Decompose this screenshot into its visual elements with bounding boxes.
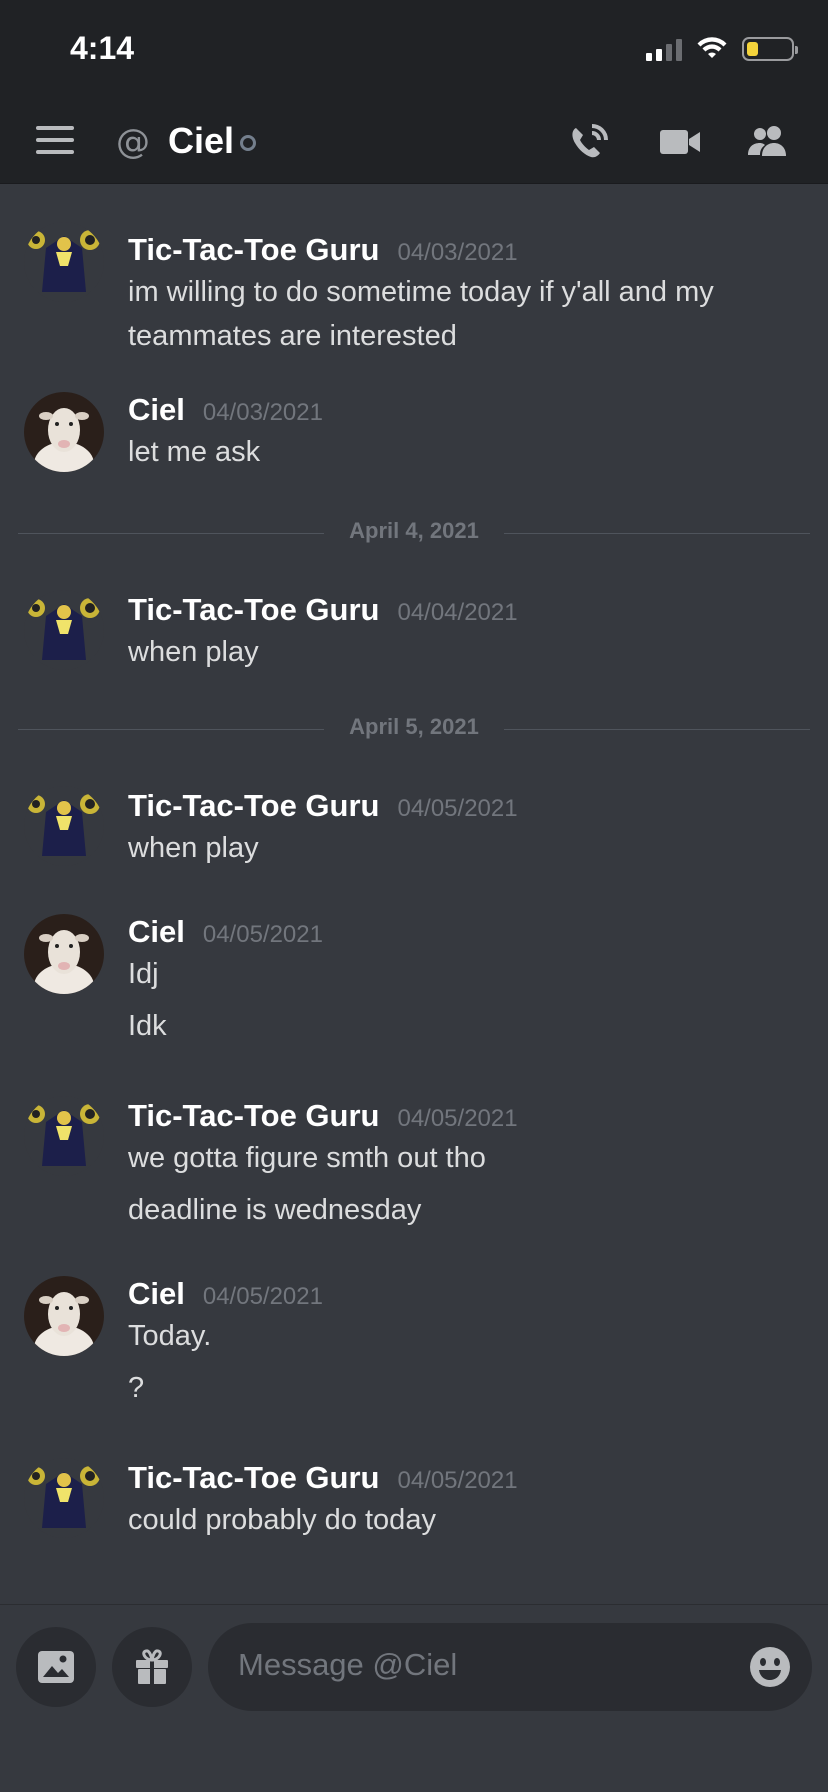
avatar[interactable] bbox=[24, 1458, 104, 1538]
wifi-icon bbox=[697, 37, 727, 58]
video-icon[interactable] bbox=[656, 120, 704, 164]
message-timestamp: 04/05/2021 bbox=[397, 795, 518, 822]
avatar[interactable] bbox=[24, 392, 104, 472]
menu-icon[interactable] bbox=[36, 126, 74, 154]
offline-status-icon bbox=[240, 135, 256, 151]
date-divider: April 4, 2021 bbox=[18, 518, 810, 548]
message-text: could probably do today bbox=[128, 1504, 436, 1536]
message-text: im willing to do sometime today if y'all… bbox=[128, 276, 714, 308]
status-time: 4:14 bbox=[70, 30, 135, 66]
date-divider-label: April 4, 2021 bbox=[349, 518, 479, 543]
message-text: teammates are interested bbox=[128, 320, 457, 352]
message-timestamp: 04/05/2021 bbox=[397, 1105, 518, 1132]
message-text: let me ask bbox=[128, 436, 261, 468]
channel-name[interactable]: Ciel bbox=[168, 120, 234, 162]
message-text: Today. bbox=[128, 1320, 212, 1352]
message-author[interactable]: Tic-Tac-Toe Guru bbox=[128, 1098, 379, 1134]
message-text: when play bbox=[128, 636, 259, 668]
avatar[interactable] bbox=[24, 222, 104, 302]
status-bar: 4:14 bbox=[0, 0, 828, 100]
message-author[interactable]: Tic-Tac-Toe Guru bbox=[128, 1460, 379, 1496]
message-author[interactable]: Tic-Tac-Toe Guru bbox=[128, 232, 379, 268]
status-icons bbox=[646, 34, 798, 64]
message-timestamp: 04/03/2021 bbox=[202, 399, 323, 426]
message-text: ? bbox=[128, 1372, 145, 1404]
date-divider-label: April 5, 2021 bbox=[349, 714, 479, 739]
channel-header: @ Ciel bbox=[0, 100, 828, 184]
message-input-placeholder: Message @Ciel bbox=[238, 1647, 458, 1682]
message-author[interactable]: Ciel bbox=[128, 914, 185, 950]
members-icon[interactable] bbox=[744, 120, 792, 164]
message-author[interactable]: Ciel bbox=[128, 1276, 185, 1312]
message-text: deadline is wednesday bbox=[128, 1194, 422, 1226]
at-icon: @ bbox=[116, 122, 150, 162]
message-text: we gotta figure smth out tho bbox=[128, 1142, 486, 1174]
message-timestamp: 04/05/2021 bbox=[202, 921, 323, 948]
signal-icon bbox=[646, 37, 682, 61]
avatar[interactable] bbox=[24, 1276, 104, 1356]
message-timestamp: 04/03/2021 bbox=[397, 239, 518, 266]
date-divider: April 5, 2021 bbox=[18, 714, 810, 744]
image-icon bbox=[38, 1651, 74, 1683]
message-text: when play bbox=[128, 832, 259, 864]
avatar[interactable] bbox=[24, 786, 104, 866]
message-author[interactable]: Tic-Tac-Toe Guru bbox=[128, 592, 379, 628]
message-composer: Message @Ciel bbox=[0, 1604, 828, 1792]
avatar[interactable] bbox=[24, 590, 104, 670]
message-author[interactable]: Tic-Tac-Toe Guru bbox=[128, 788, 379, 824]
image-upload-button[interactable] bbox=[16, 1627, 96, 1707]
message-list[interactable]: Tic-Tac-Toe Guru 04/03/2021 im willing to… bbox=[0, 186, 828, 1604]
avatar[interactable] bbox=[24, 1096, 104, 1176]
message-timestamp: 04/05/2021 bbox=[202, 1283, 323, 1310]
message-timestamp: 04/05/2021 bbox=[397, 1467, 518, 1494]
avatar[interactable] bbox=[24, 914, 104, 994]
gift-icon bbox=[136, 1649, 168, 1684]
battery-icon bbox=[742, 37, 798, 61]
gift-button[interactable] bbox=[112, 1627, 192, 1707]
message-text: Idk bbox=[128, 1010, 167, 1042]
message-author[interactable]: Ciel bbox=[128, 392, 185, 428]
emoji-icon[interactable] bbox=[748, 1645, 792, 1689]
message-text: Idj bbox=[128, 958, 159, 990]
message-timestamp: 04/04/2021 bbox=[397, 599, 518, 626]
call-icon[interactable] bbox=[566, 120, 614, 164]
message-input[interactable]: Message @Ciel bbox=[208, 1623, 812, 1711]
